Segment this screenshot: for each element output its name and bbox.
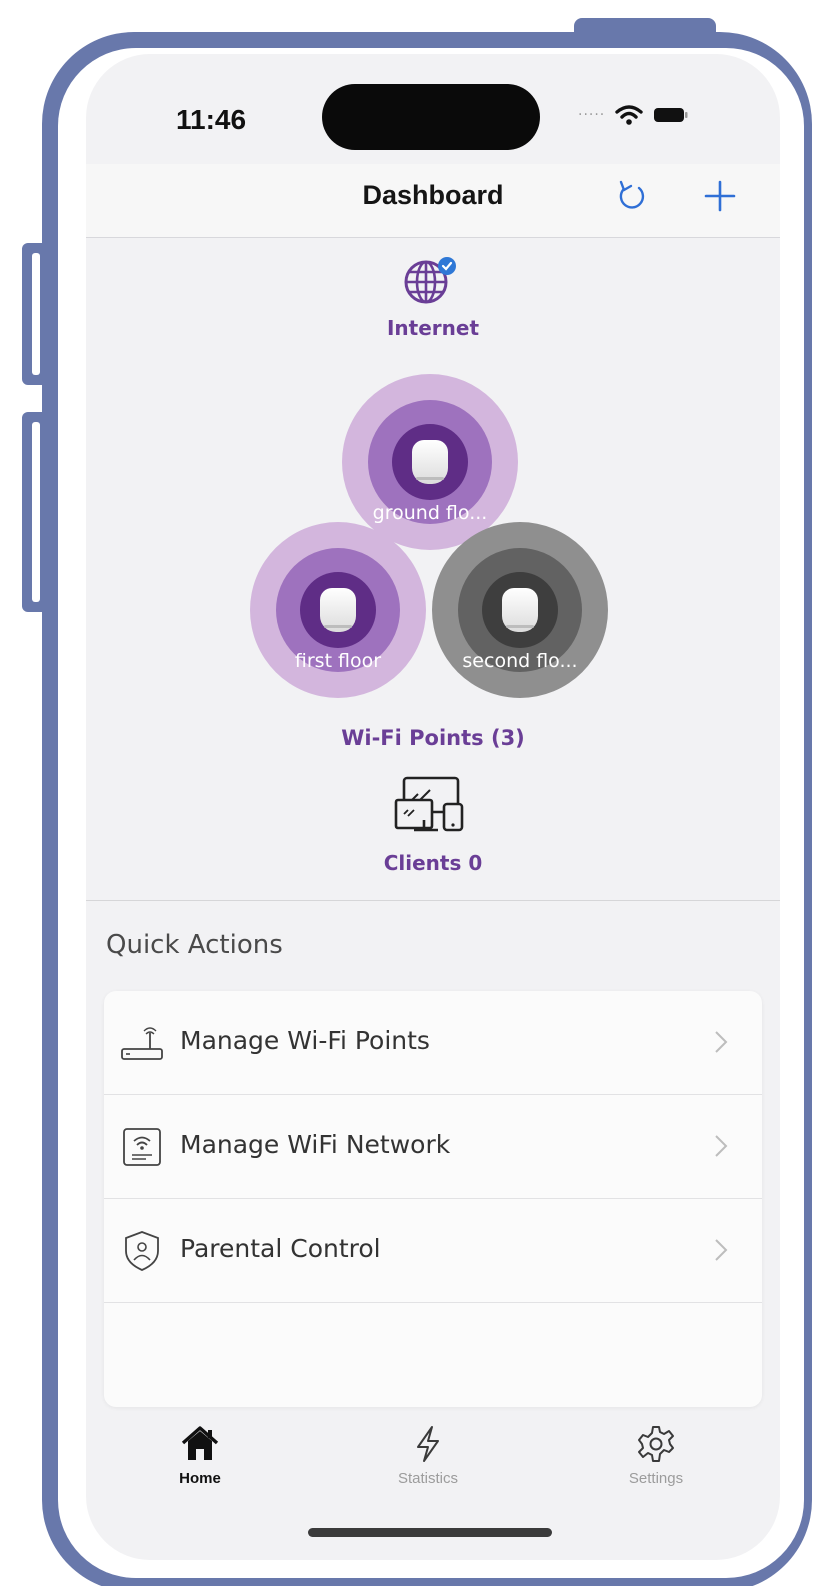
wifi-point-label: second flo... <box>462 650 578 672</box>
wifi-point-second-floor[interactable]: second flo... <box>432 522 608 698</box>
wifi-network-icon <box>123 1128 161 1166</box>
tab-settings[interactable]: Settings <box>586 1424 726 1487</box>
wifi-point-label: first floor <box>294 650 382 672</box>
router-icon <box>121 1027 163 1060</box>
dynamic-island <box>322 84 540 150</box>
tab-label: Statistics <box>397 1470 458 1487</box>
section-divider <box>86 900 780 901</box>
cellular-signal-icon: ····· <box>578 107 606 123</box>
chevron-right-icon <box>715 1135 728 1157</box>
wifi-pod-icon <box>502 588 538 632</box>
app-screen: 11:46 ····· Dashboard Internet ground fl… <box>86 54 780 1560</box>
quick-action-manage-wifi-network[interactable]: Manage WiFi Network <box>104 1095 762 1199</box>
wifi-signal-icon <box>615 105 643 125</box>
tab-statistics[interactable]: Statistics <box>358 1424 498 1487</box>
internet-globe-icon[interactable] <box>401 252 459 310</box>
home-icon <box>181 1426 219 1460</box>
navigation-bar: Dashboard <box>86 164 780 238</box>
shield-user-icon <box>125 1231 159 1271</box>
quick-action-label: Manage Wi-Fi Points <box>180 1026 430 1055</box>
clients-devices-icon[interactable] <box>394 774 466 836</box>
wifi-points-summary[interactable]: Wi-Fi Points (3) <box>86 726 780 750</box>
add-icon[interactable] <box>698 174 742 218</box>
refresh-icon[interactable] <box>609 174 653 218</box>
quick-actions-card: Manage Wi-Fi Points Manage WiFi Network <box>104 991 762 1407</box>
wifi-pod-icon <box>412 440 448 484</box>
tab-label: Settings <box>628 1470 684 1487</box>
wifi-pod-icon <box>320 588 356 632</box>
quick-action-parental-control[interactable]: Parental Control <box>104 1199 762 1303</box>
internet-label: Internet <box>386 316 480 340</box>
home-indicator[interactable] <box>308 1528 552 1537</box>
status-indicators: ····· <box>578 104 689 126</box>
lightning-icon <box>417 1426 439 1462</box>
chevron-right-icon <box>715 1239 728 1261</box>
chevron-right-icon <box>715 1031 728 1053</box>
tab-label: Home <box>179 1470 221 1487</box>
tab-home[interactable]: Home <box>130 1424 270 1487</box>
quick-action-label: Manage WiFi Network <box>180 1130 451 1159</box>
battery-icon <box>654 108 688 122</box>
quick-action-label: Parental Control <box>180 1234 381 1263</box>
quick-actions-title: Quick Actions <box>106 930 283 960</box>
wifi-point-first-floor[interactable]: first floor <box>250 522 426 698</box>
status-time: 11:46 <box>176 104 247 135</box>
page-title: Dashboard <box>362 180 504 210</box>
wifi-point-ground-floor[interactable]: ground flo... <box>342 374 518 550</box>
quick-action-manage-wifi-points[interactable]: Manage Wi-Fi Points <box>104 991 762 1095</box>
wifi-point-label: ground flo... <box>372 502 488 524</box>
clients-count[interactable]: Clients 0 <box>86 851 780 875</box>
gear-icon <box>638 1426 674 1462</box>
